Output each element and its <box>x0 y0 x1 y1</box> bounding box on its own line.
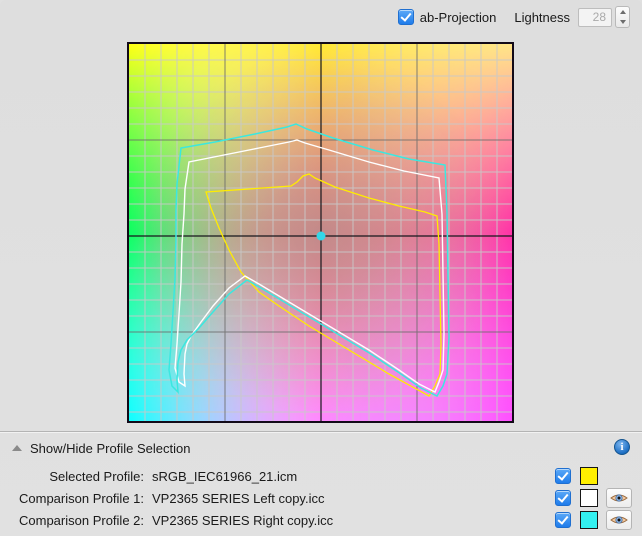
profile-color-swatch-selected[interactable] <box>580 467 598 485</box>
lightness-label: Lightness <box>514 9 570 25</box>
profile-label-selected: Selected Profile: <box>49 468 144 484</box>
table-row: Comparison Profile 2: VP2365 SERIES Righ… <box>0 509 642 531</box>
profile-list: Selected Profile: sRGB_IEC61966_21.icm C… <box>0 465 642 531</box>
profile-label-comparison-1: Comparison Profile 1: <box>19 490 144 506</box>
lightness-stepper-group: 28 <box>578 6 630 28</box>
profile-color-swatch-comparison-1[interactable] <box>580 489 598 507</box>
ab-projection-checkbox[interactable] <box>397 9 414 25</box>
panel-divider-highlight <box>0 432 642 433</box>
profile-row-controls <box>555 487 632 509</box>
profile-value-selected[interactable]: sRGB_IEC61966_21.icm <box>152 469 297 484</box>
profile-color-swatch-comparison-2[interactable] <box>580 511 598 529</box>
table-row: Selected Profile: sRGB_IEC61966_21.icm <box>0 465 642 487</box>
plot-toolbar: ab-Projection Lightness 28 <box>0 0 642 34</box>
profile-label-comparison-2: Comparison Profile 2: <box>19 512 144 528</box>
profile-inspector-window: ab-Projection Lightness 28 Show/Hide Pro… <box>0 0 642 536</box>
profile-selection-disclosure-row[interactable]: Show/Hide Profile Selection <box>0 437 642 459</box>
stepper-up-icon[interactable] <box>619 10 626 14</box>
profile-visible-checkbox-selected[interactable] <box>555 468 571 484</box>
stepper-down-icon[interactable] <box>619 20 626 24</box>
lightness-input[interactable]: 28 <box>578 7 612 27</box>
gamut-plot[interactable] <box>127 42 514 423</box>
eye-icon <box>610 516 628 524</box>
disclosure-label[interactable]: Show/Hide Profile Selection <box>30 441 190 456</box>
profile-value-comparison-2[interactable]: VP2365 SERIES Right copy.icc <box>152 513 333 528</box>
ab-projection-label: ab-Projection <box>419 9 497 25</box>
lightness-stepper[interactable] <box>615 6 630 28</box>
table-row: Comparison Profile 1: VP2365 SERIES Left… <box>0 487 642 509</box>
white-point-marker <box>316 231 326 241</box>
profile-visible-checkbox-comparison-2[interactable] <box>555 512 571 528</box>
info-icon[interactable]: i <box>614 439 630 455</box>
profile-row-controls <box>555 465 632 487</box>
eye-button-comparison-1[interactable] <box>606 488 632 508</box>
profile-visible-checkbox-comparison-1[interactable] <box>555 490 571 506</box>
profile-value-comparison-1[interactable]: VP2365 SERIES Left copy.icc <box>152 491 324 506</box>
gamut-plot-canvas <box>129 44 512 421</box>
eye-button-placeholder <box>606 466 632 486</box>
eye-icon <box>610 494 628 502</box>
profile-row-controls <box>555 509 632 531</box>
disclosure-triangle-up-icon[interactable] <box>12 445 22 451</box>
eye-button-comparison-2[interactable] <box>606 510 632 530</box>
